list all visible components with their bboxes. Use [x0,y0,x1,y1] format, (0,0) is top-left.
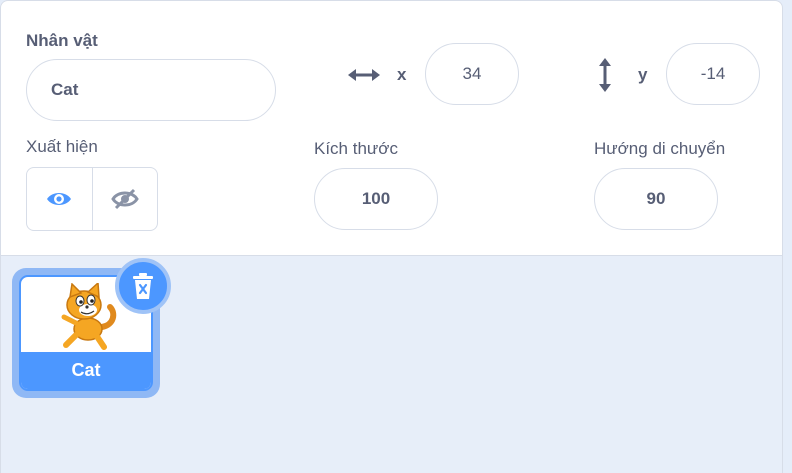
cat-sprite-icon [61,283,117,350]
horizontal-arrows-icon [348,69,380,81]
sprite-name-input[interactable]: Cat [26,59,276,121]
show-sprite-button[interactable] [27,168,93,230]
eye-icon [47,193,72,205]
delete-sprite-button[interactable] [115,258,171,314]
show-label: Xuất hiện [26,137,98,156]
direction-input[interactable]: 90 [594,168,718,230]
direction-label: Hướng di chuyển [594,139,726,158]
sprite-info-panel: Nhân vật Cat x 34 y -14 Xuất hiện Kích t… [0,0,783,256]
x-input[interactable]: 34 [425,43,519,105]
x-label: x [397,65,407,84]
sprite-tile-name: Cat [21,352,151,389]
sprite-info-pane: Nhân vật Cat x 34 y -14 Xuất hiện Kích t… [0,0,792,473]
size-input[interactable]: 100 [314,168,438,230]
size-label: Kích thước [314,139,398,158]
eye-slash-icon [110,188,139,210]
sprite-name-label: Nhân vật [26,31,98,50]
visibility-toggle-group [26,167,158,231]
y-input[interactable]: -14 [666,43,760,105]
hide-sprite-button[interactable] [93,168,158,230]
y-label: y [638,65,648,84]
vertical-arrows-icon [599,58,611,92]
trash-icon [133,273,153,299]
